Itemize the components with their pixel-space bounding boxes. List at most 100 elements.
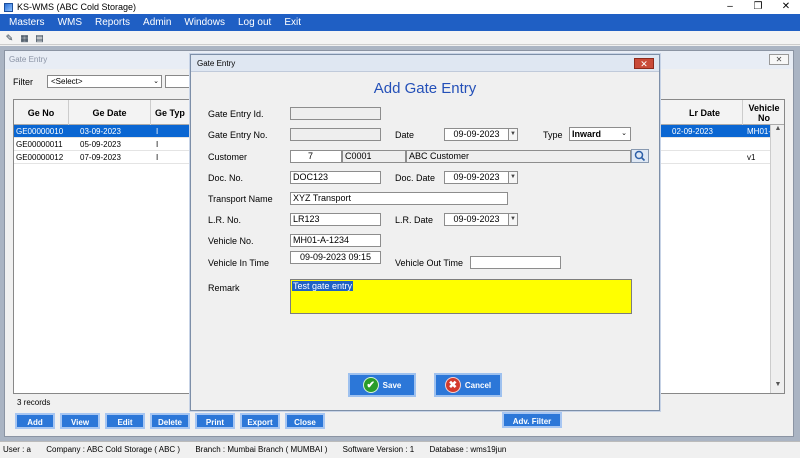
- grid-icon[interactable]: ▦: [19, 33, 30, 43]
- menu-admin[interactable]: Admin: [143, 17, 171, 28]
- vehicle-no-field[interactable]: MH01-A-1234: [290, 234, 381, 247]
- view-button[interactable]: View: [60, 413, 100, 429]
- cancel-button-label: Cancel: [464, 380, 492, 390]
- cell-ge-type: I: [156, 153, 159, 162]
- dialog-close-icon[interactable]: ✕: [634, 58, 654, 69]
- vehicle-in-time-label: Vehicle In Time: [208, 258, 270, 268]
- scroll-down-icon[interactable]: ▼: [771, 381, 784, 393]
- close-icon[interactable]: ✕: [772, 0, 800, 14]
- grid-scrollbar[interactable]: ▲ ▼: [770, 125, 784, 393]
- cell-ge-date: 05-09-2023: [80, 140, 121, 149]
- cancel-button[interactable]: ✖ Cancel: [434, 373, 502, 397]
- gate-entry-no-field[interactable]: [290, 128, 381, 141]
- print-button[interactable]: Print: [195, 413, 235, 429]
- window-controls: – ❐ ✕: [716, 0, 800, 14]
- dialog-title: Gate Entry: [197, 59, 236, 68]
- date-field[interactable]: 09-09-2023: [444, 128, 509, 141]
- close-button[interactable]: Close: [285, 413, 325, 429]
- vehicle-out-time-field[interactable]: [470, 256, 561, 269]
- action-button-bar: Add View Edit Delete Print Export Close: [15, 413, 330, 429]
- cell-ge-date: 07-09-2023: [80, 153, 121, 162]
- status-bar: User : a Company : ABC Cold Storage ( AB…: [0, 441, 800, 458]
- dialog-body: Add Gate Entry Gate Entry Id. Gate Entry…: [191, 72, 659, 410]
- chevron-down-icon: ⌄: [621, 130, 627, 137]
- search-icon: [634, 150, 646, 162]
- child-close-icon[interactable]: ✕: [769, 54, 789, 65]
- customer-id-field[interactable]: 7: [290, 150, 342, 163]
- status-branch: Branch : Mumbai Branch ( MUMBAI ): [195, 445, 328, 454]
- record-count: 3 records: [17, 398, 51, 407]
- type-select[interactable]: Inward ⌄: [569, 127, 631, 141]
- status-company: Company : ABC Cold Storage ( ABC ): [46, 445, 181, 454]
- transport-name-field[interactable]: XYZ Transport: [290, 192, 508, 205]
- menu-masters[interactable]: Masters: [9, 17, 45, 28]
- cell-ge-type: I: [156, 127, 159, 136]
- cancel-icon: ✖: [444, 377, 461, 393]
- customer-code-field[interactable]: C0001: [342, 150, 406, 163]
- restore-icon[interactable]: ❐: [744, 0, 772, 14]
- filter-label: Filter: [13, 76, 33, 87]
- save-button-label: Save: [382, 380, 402, 390]
- type-label: Type: [543, 130, 563, 140]
- minimize-icon[interactable]: –: [716, 0, 744, 14]
- customer-search-button[interactable]: [631, 149, 649, 163]
- child-window-title-text: Gate Entry: [9, 55, 48, 64]
- vehicle-out-time-label: Vehicle Out Time: [395, 258, 464, 268]
- adv-filter-button[interactable]: Adv. Filter: [502, 412, 562, 428]
- customer-name-field[interactable]: ABC Customer: [406, 150, 631, 163]
- cell-ge-no: GE00000010: [16, 127, 64, 136]
- add-button[interactable]: Add: [15, 413, 55, 429]
- remark-textarea[interactable]: Test gate entry: [290, 279, 632, 314]
- transport-name-label: Transport Name: [208, 194, 273, 204]
- menu-reports[interactable]: Reports: [95, 17, 130, 28]
- menu-wms[interactable]: WMS: [58, 17, 82, 28]
- window-title: KS-WMS (ABC Cold Storage): [17, 2, 137, 12]
- cell-lr-date: 02-09-2023: [672, 127, 713, 136]
- check-icon: ✔: [362, 377, 379, 393]
- lr-no-field[interactable]: LR123: [290, 213, 381, 226]
- menu-log-out[interactable]: Log out: [238, 17, 271, 28]
- lr-no-label: L.R. No.: [208, 215, 242, 225]
- save-button[interactable]: ✔ Save: [348, 373, 416, 397]
- status-user: User : a: [3, 445, 32, 454]
- date-picker-icon[interactable]: ▼: [508, 128, 518, 141]
- col-header-lr-date[interactable]: Lr Date: [667, 100, 743, 125]
- edit-icon[interactable]: ✎: [4, 33, 15, 43]
- vehicle-no-label: Vehicle No.: [208, 236, 254, 246]
- doc-date-field[interactable]: 09-09-2023: [444, 171, 509, 184]
- dialog-titlebar: Gate Entry ✕: [191, 55, 659, 72]
- col-header-ge-no[interactable]: Ge No: [14, 100, 69, 125]
- scroll-up-icon[interactable]: ▲: [771, 125, 784, 137]
- col-header-vehicle-no[interactable]: Vehicle No: [743, 100, 784, 125]
- menu-bar: Masters WMS Reports Admin Windows Log ou…: [0, 14, 800, 31]
- doc-no-field[interactable]: DOC123: [290, 171, 381, 184]
- cell-ge-date: 03-09-2023: [80, 127, 121, 136]
- date-label: Date: [395, 130, 415, 140]
- filter-select[interactable]: <Select> ⌄: [47, 75, 162, 88]
- gate-entry-id-field[interactable]: [290, 107, 381, 120]
- gate-entry-no-label: Gate Entry No.: [208, 130, 268, 140]
- cell-ge-no: GE00000011: [16, 140, 63, 149]
- cell-ge-no: GE00000012: [16, 153, 64, 162]
- vehicle-in-time-field[interactable]: 09-09-2023 09:15: [290, 251, 381, 264]
- col-header-ge-date[interactable]: Ge Date: [69, 100, 151, 125]
- cell-lr-date: [670, 138, 740, 151]
- doc-date-picker-icon[interactable]: ▼: [508, 171, 518, 184]
- gate-entry-id-label: Gate Entry Id.: [208, 109, 264, 119]
- remark-text: Test gate entry: [292, 281, 354, 291]
- filter-row: Filter <Select> ⌄: [13, 75, 205, 88]
- doc-date-label: Doc. Date: [395, 173, 436, 183]
- form-icon[interactable]: ▤: [34, 33, 45, 43]
- menu-exit[interactable]: Exit: [284, 17, 301, 28]
- edit-button[interactable]: Edit: [105, 413, 145, 429]
- export-button[interactable]: Export: [240, 413, 280, 429]
- type-select-value: Inward: [572, 129, 602, 139]
- lr-date-picker-icon[interactable]: ▼: [508, 213, 518, 226]
- menu-windows[interactable]: Windows: [184, 17, 225, 28]
- chevron-down-icon: ⌄: [153, 78, 159, 85]
- delete-button[interactable]: Delete: [150, 413, 190, 429]
- toolbar: ✎ ▦ ▤: [0, 31, 800, 45]
- lr-date-field[interactable]: 09-09-2023: [444, 213, 509, 226]
- dialog-heading: Add Gate Entry: [373, 80, 477, 97]
- app-icon: [4, 2, 13, 12]
